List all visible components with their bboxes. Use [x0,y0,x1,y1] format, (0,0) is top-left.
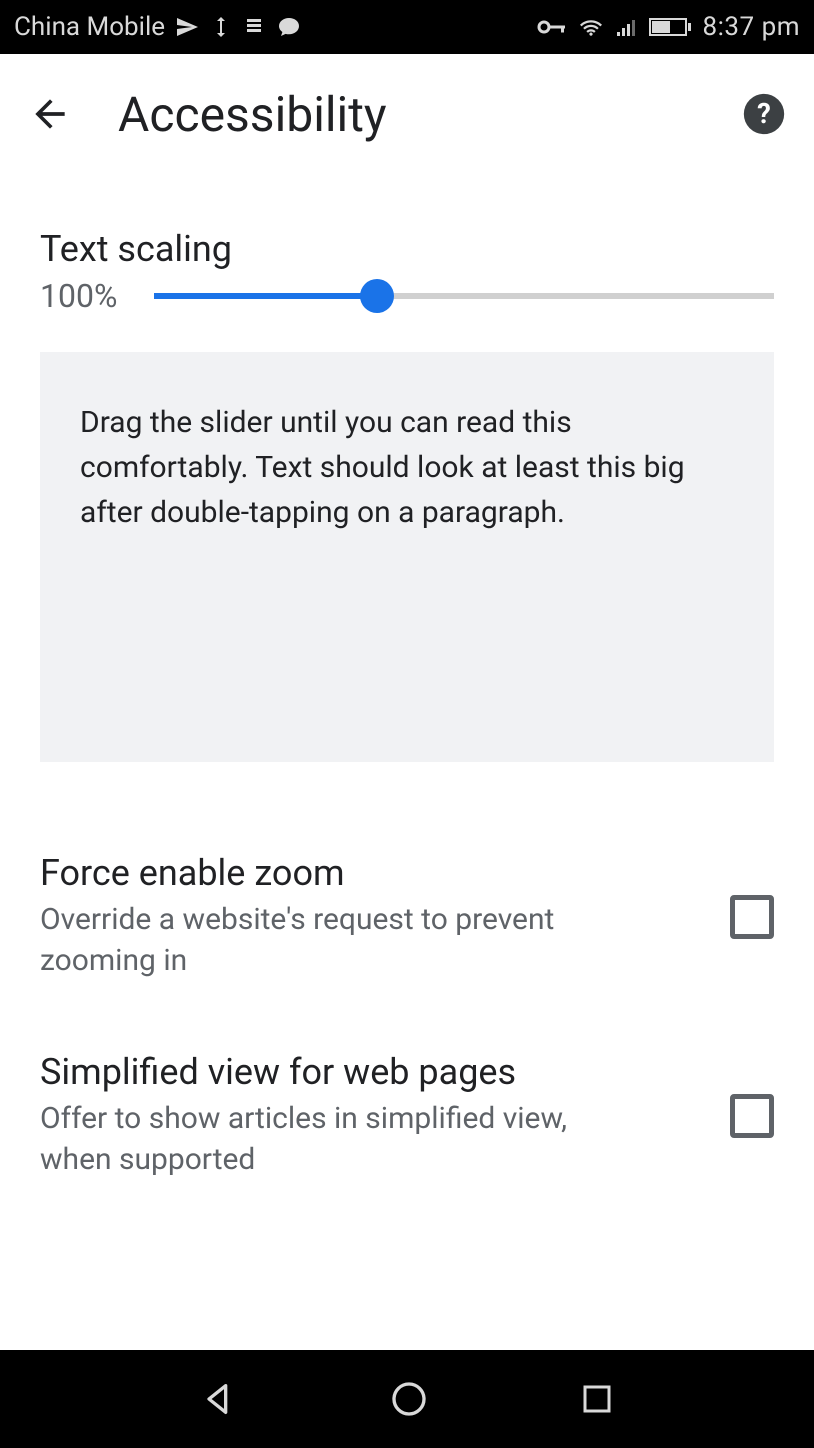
content: Text scaling 100% Drag the slider until … [0,174,814,1180]
simplified-view-title: Simplified view for web pages [40,1051,710,1093]
text-scaling-value: 100% [40,277,130,315]
text-scaling-row: 100% [40,276,774,316]
status-right: 8:37 pm [537,12,800,42]
simplified-view-texts: Simplified view for web pages Offer to s… [40,1051,710,1180]
simplified-view-subtitle: Offer to show articles in simplified vie… [40,1099,600,1180]
signal-icon [615,16,639,38]
navigation-bar [0,1350,814,1448]
battery-icon [649,16,693,38]
app-bar: Accessibility ? [0,54,814,174]
nav-home-icon[interactable] [389,1379,429,1419]
text-scaling-preview: Drag the slider until you can read this … [40,352,774,762]
force-zoom-subtitle: Override a website's request to prevent … [40,900,600,981]
text-scaling-label: Text scaling [40,228,774,270]
text-scaling-slider[interactable] [154,276,774,316]
vpn-key-icon [537,17,567,37]
status-left: China Mobile [14,12,301,42]
nav-recents-icon[interactable] [579,1381,615,1417]
carrier-label: China Mobile [14,12,165,42]
back-arrow-icon[interactable] [28,92,72,136]
chat-icon [277,15,301,39]
page-title: Accessibility [118,86,387,143]
nav-back-icon[interactable] [199,1379,239,1419]
setting-simplified-view[interactable]: Simplified view for web pages Offer to s… [40,1051,774,1180]
slider-thumb[interactable] [360,279,394,313]
status-time: 8:37 pm [703,12,800,42]
send-icon [175,15,199,39]
force-zoom-checkbox[interactable] [730,895,774,939]
help-icon[interactable]: ? [742,92,786,136]
wifi-icon [577,16,605,38]
svg-text:?: ? [757,97,771,130]
slider-fill [154,293,377,299]
force-zoom-title: Force enable zoom [40,852,710,894]
simplified-view-checkbox[interactable] [730,1094,774,1138]
force-zoom-texts: Force enable zoom Override a website's r… [40,852,710,981]
stack-icon [243,15,267,39]
setting-force-zoom[interactable]: Force enable zoom Override a website's r… [40,852,774,981]
sync-icon [209,15,233,39]
status-bar: China Mobile 8:37 pm [0,0,814,54]
